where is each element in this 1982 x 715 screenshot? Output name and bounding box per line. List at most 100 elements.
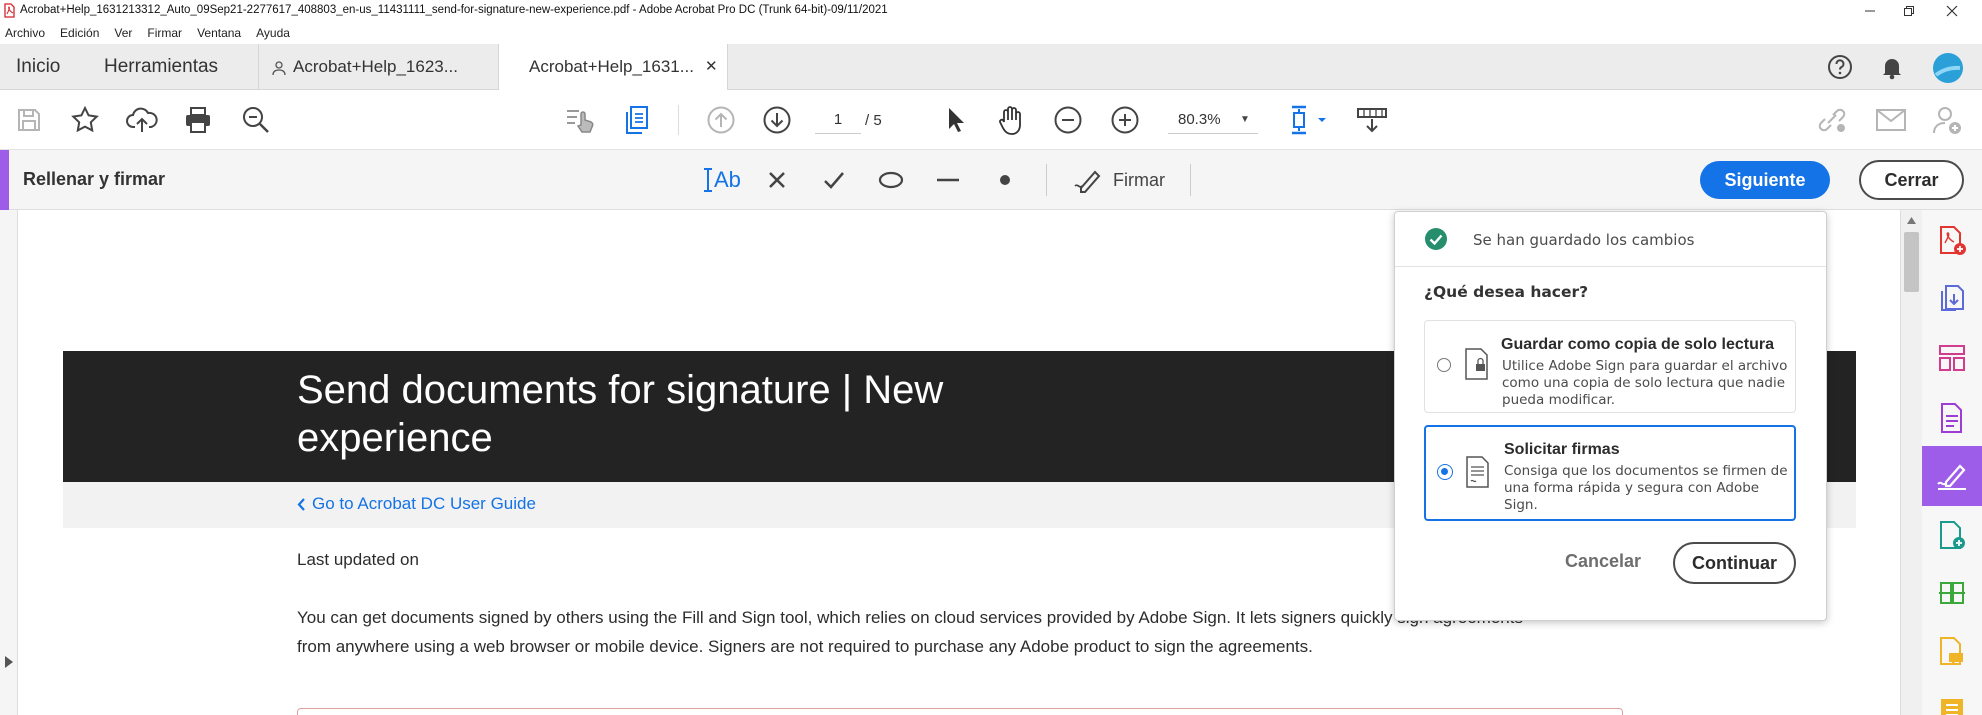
next-button[interactable]: Siguiente — [1700, 161, 1830, 199]
nav-tools[interactable]: Herramientas — [104, 44, 218, 90]
tab-document-1[interactable]: Acrobat+Help_1623... — [258, 44, 496, 90]
zoom-level-select[interactable]: 80.3% ▼ — [1168, 106, 1258, 134]
toolbar-divider — [678, 105, 679, 135]
user-guide-link[interactable]: Go to Acrobat DC User Guide — [297, 494, 536, 514]
scroll-thumb[interactable] — [1904, 232, 1919, 292]
fill-sign-accent — [0, 150, 9, 210]
note-box — [297, 708, 1623, 715]
title-bar: Acrobat+Help_1631213312_Auto_09Sep21-227… — [0, 0, 1982, 22]
share-link-icon[interactable] — [1812, 100, 1852, 140]
hand-tool-icon[interactable] — [991, 100, 1031, 140]
page-total: / 5 — [865, 112, 882, 129]
article-title: Send documents for signature | New exper… — [297, 368, 944, 460]
intro-paragraph-line-1: You can get documents signed by others u… — [297, 608, 1523, 627]
select-pointer-icon[interactable] — [935, 100, 975, 140]
radio-dot — [1441, 468, 1448, 475]
expand-panel-icon[interactable] — [4, 655, 14, 669]
chevron-left-icon — [297, 498, 306, 511]
export-pdf-icon[interactable] — [617, 100, 657, 140]
dot-icon[interactable] — [985, 160, 1025, 200]
cross-mark-icon[interactable] — [757, 160, 797, 200]
print-icon[interactable] — [178, 100, 218, 140]
tab-document-1-label: Acrobat+Help_1623... — [293, 57, 458, 76]
option-title: Solicitar firmas — [1504, 441, 1620, 458]
chevron-down-icon: ▼ — [1240, 114, 1250, 125]
add-text-tool[interactable]: Ab — [703, 164, 741, 196]
zoom-out-icon[interactable] — [1048, 100, 1088, 140]
sign-tool[interactable]: Firmar — [1073, 164, 1165, 196]
window-title: Acrobat+Help_1631213312_Auto_09Sep21-227… — [20, 4, 888, 16]
close-window-button[interactable] — [1932, 0, 1972, 22]
next-page-icon[interactable] — [757, 100, 797, 140]
option-readonly-copy[interactable]: Guardar como copia de solo lectura Utili… — [1424, 320, 1796, 413]
combine-files-icon[interactable] — [1922, 270, 1982, 326]
option-title: Guardar como copia de solo lectura — [1501, 336, 1774, 353]
help-icon[interactable] — [1826, 53, 1854, 81]
page-fit-icon[interactable] — [1283, 100, 1337, 140]
page-number-input[interactable]: 1 — [815, 106, 861, 134]
option-radio[interactable] — [1437, 358, 1451, 372]
user-guide-link-label: Go to Acrobat DC User Guide — [312, 494, 536, 513]
organize-pages-icon[interactable] — [1922, 330, 1982, 386]
create-pdf-icon[interactable] — [1922, 213, 1982, 269]
cancel-button[interactable]: Cancelar — [1565, 551, 1641, 572]
left-panel-rail — [0, 210, 18, 715]
check-mark-icon[interactable] — [814, 160, 854, 200]
popup-divider — [1395, 266, 1826, 267]
vertical-scrollbar[interactable] — [1900, 210, 1922, 715]
tab-document-2-label: Acrobat+Help_1631... — [529, 57, 694, 76]
tab-close-icon[interactable]: ✕ — [705, 44, 718, 90]
bookmark-star-icon[interactable] — [65, 100, 105, 140]
previous-page-icon[interactable] — [701, 100, 741, 140]
continue-button[interactable]: Continuar — [1673, 542, 1796, 584]
add-user-icon[interactable] — [1927, 100, 1967, 140]
more-tools-icon[interactable] — [1922, 680, 1982, 715]
sign-label: Firmar — [1113, 169, 1165, 190]
minimize-button[interactable] — [1850, 0, 1890, 22]
option-radio-selected[interactable] — [1437, 464, 1453, 480]
cloud-upload-icon[interactable] — [122, 100, 162, 140]
shared-user-icon — [271, 60, 287, 76]
menu-ver[interactable]: Ver — [114, 26, 132, 40]
send-for-review-icon[interactable] — [1922, 508, 1982, 564]
fill-sign-divider — [1046, 164, 1047, 196]
pen-signature-icon — [1073, 166, 1105, 194]
option-request-signatures[interactable]: Solicitar firmas Consiga que los documen… — [1424, 425, 1796, 521]
email-icon[interactable] — [1871, 100, 1911, 140]
saved-message: Se han guardado los cambios — [1473, 231, 1695, 249]
fill-sign-title: Rellenar y firmar — [23, 169, 166, 189]
menu-archivo[interactable]: Archivo — [5, 26, 45, 40]
zoom-in-icon[interactable] — [1105, 100, 1145, 140]
export-pdf-side-icon[interactable] — [1922, 390, 1982, 446]
scroll-up-arrow-icon[interactable] — [1906, 216, 1917, 225]
save-icon[interactable] — [9, 100, 49, 140]
notifications-bell-icon[interactable] — [1878, 53, 1906, 81]
document-lock-icon — [1463, 347, 1491, 381]
fill-sign-active-tool[interactable] — [1922, 446, 1982, 506]
text-cursor-icon — [703, 167, 713, 193]
main-toolbar: 1 / 5 80.3% ▼ — [0, 90, 1982, 150]
tab-document-2[interactable]: Acrobat+Help_1631... ✕ — [498, 44, 728, 91]
line-icon[interactable] — [928, 160, 968, 200]
menu-ayuda[interactable]: Ayuda — [256, 26, 290, 40]
restore-button[interactable] — [1889, 0, 1929, 22]
add-text-label: Ab — [714, 167, 741, 192]
account-avatar[interactable] — [1932, 52, 1964, 84]
comment-icon[interactable] — [1922, 624, 1982, 680]
document-sign-icon — [1464, 455, 1492, 489]
compare-files-icon[interactable] — [1922, 565, 1982, 621]
last-updated: Last updated on — [297, 550, 419, 569]
close-button[interactable]: Cerrar — [1859, 160, 1964, 200]
option-description: Consiga que los documentos se firmen de … — [1504, 463, 1788, 513]
zoom-search-icon[interactable] — [236, 100, 276, 140]
menu-firmar[interactable]: Firmar — [147, 26, 182, 40]
scroll-hand-tool-icon[interactable] — [560, 100, 600, 140]
popup-question: ¿Qué desea hacer? — [1424, 283, 1589, 301]
acrobat-app-icon — [3, 3, 16, 18]
keyboard-tools-icon[interactable] — [1352, 100, 1392, 140]
fill-sign-divider-2 — [1190, 164, 1191, 196]
ellipse-icon[interactable] — [871, 160, 911, 200]
nav-home[interactable]: Inicio — [16, 44, 60, 90]
menu-edicion[interactable]: Edición — [60, 26, 99, 40]
menu-ventana[interactable]: Ventana — [197, 26, 241, 40]
